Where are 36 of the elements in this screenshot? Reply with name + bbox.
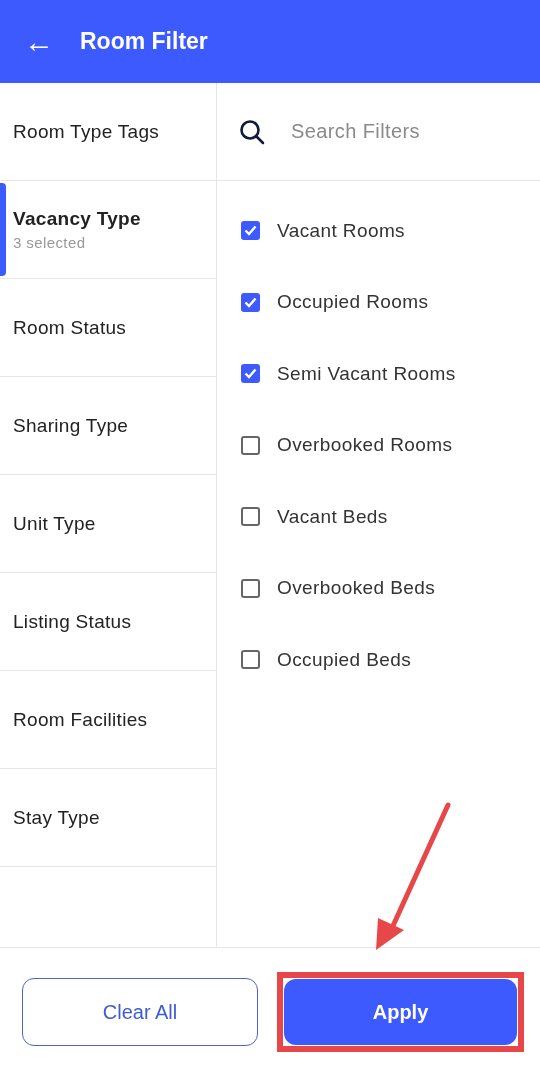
category-label: Room Facilities — [13, 708, 149, 731]
filter-category[interactable]: Stay Type — [0, 769, 216, 867]
checkbox[interactable] — [241, 221, 260, 241]
option-label: Vacant Beds — [277, 505, 388, 528]
option-label: Overbooked Beds — [277, 577, 436, 600]
category-label: Listing Status — [13, 610, 133, 633]
category-label: Stay Type — [13, 806, 101, 829]
option-label: Vacant Rooms — [277, 219, 405, 242]
page-title: Room Filter — [80, 28, 208, 55]
option-label: Overbooked Rooms — [277, 434, 453, 457]
filter-category[interactable]: Room Type Tags — [0, 83, 216, 181]
option-label: Semi Vacant Rooms — [277, 362, 456, 385]
checkbox[interactable] — [241, 578, 260, 598]
filter-category[interactable]: Unit Type — [0, 475, 216, 573]
checkbox[interactable] — [241, 292, 260, 312]
category-label: Sharing Type — [13, 414, 130, 437]
selection-count: 3 selected — [13, 234, 87, 251]
clear-button[interactable]: Clear All — [22, 978, 258, 1046]
filter-category[interactable]: Room Status — [0, 279, 216, 377]
back-button[interactable]: ← — [24, 26, 54, 57]
filter-category[interactable]: Listing Status — [0, 573, 216, 671]
filter-category[interactable]: Vacancy Type 3 selected — [0, 181, 216, 279]
checkbox[interactable] — [241, 650, 260, 670]
filter-category[interactable]: Room Facilities — [0, 671, 216, 769]
search-icon — [239, 118, 265, 145]
apply-button[interactable]: Apply — [284, 979, 517, 1045]
option-label: Occupied Rooms — [277, 291, 429, 314]
checkbox[interactable] — [241, 507, 260, 527]
category-label: Room Type Tags — [13, 120, 161, 143]
option-label: Occupied Beds — [277, 648, 412, 671]
checkbox[interactable] — [241, 364, 260, 384]
category-label: Vacancy Type — [13, 208, 142, 230]
category-label: Unit Type — [13, 512, 97, 535]
checkbox[interactable] — [241, 435, 260, 455]
filter-category[interactable]: Sharing Type — [0, 377, 216, 475]
category-label: Room Status — [13, 316, 128, 339]
